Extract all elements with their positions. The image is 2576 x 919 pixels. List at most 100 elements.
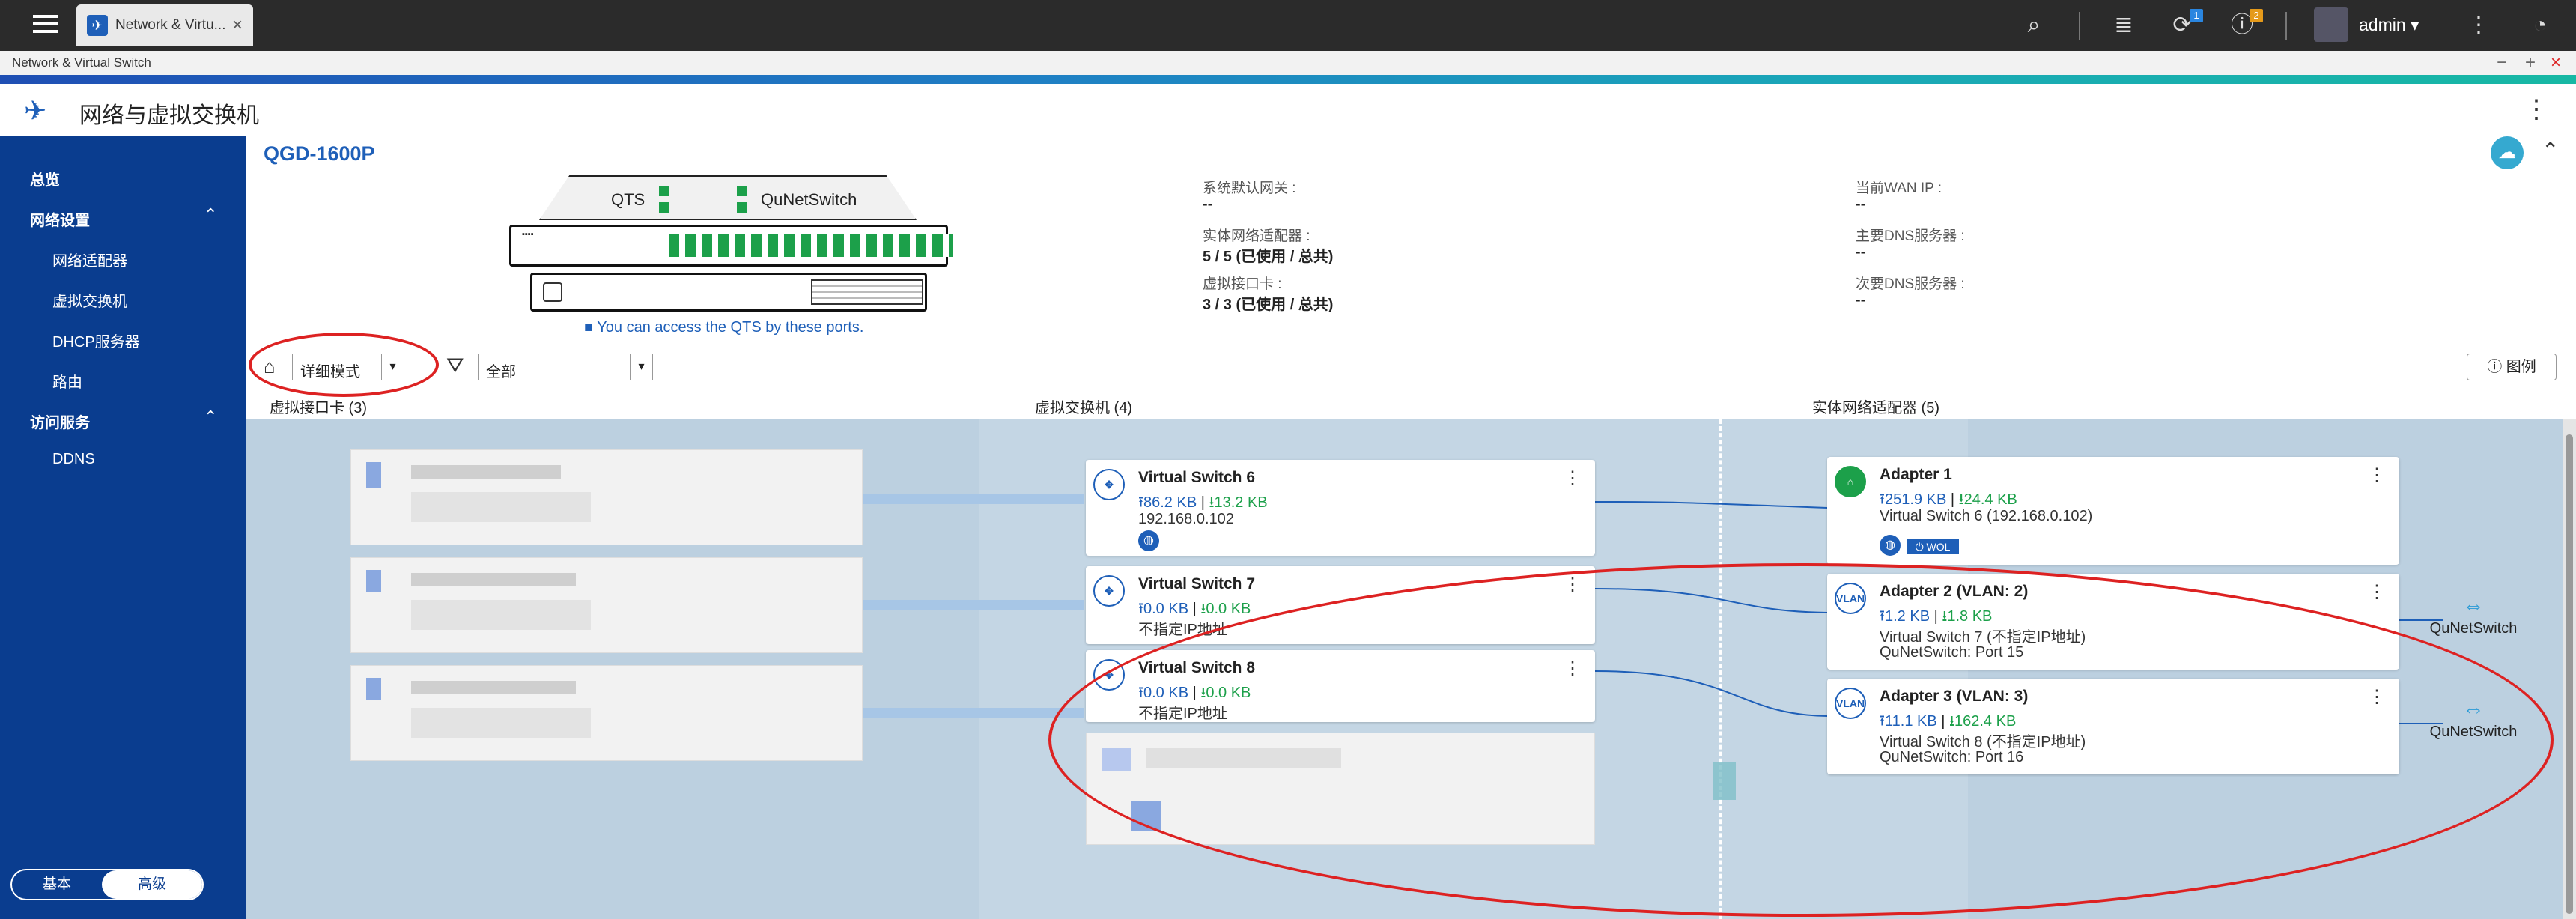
mode-basic-button[interactable]: 基本 <box>12 870 102 899</box>
wol-badge: ⏻ WOL <box>1907 539 1959 554</box>
more-icon[interactable]: ⋮ <box>2464 10 2494 40</box>
dns1-value: -- <box>1856 244 1866 261</box>
header-more-icon[interactable]: ⋮ <box>2524 94 2549 124</box>
adapters-label: 实体网络适配器 : <box>1203 228 1310 244</box>
sidebar-item-dhcp[interactable]: DHCP服务器 <box>52 330 140 351</box>
gauge-icon[interactable]: ◔ <box>2525 10 2555 40</box>
mode-advanced-button[interactable]: 高级 <box>102 870 202 899</box>
network-app-icon: ✈ <box>87 15 108 36</box>
vswitch-name: Virtual Switch 7 <box>1138 575 1255 592</box>
filter-value: 全部 <box>486 364 516 380</box>
sidebar-item-virtual-switch[interactable]: 虚拟交换机 <box>52 289 127 311</box>
scrollbar-thumb[interactable] <box>2566 434 2573 914</box>
vnic-card[interactable] <box>350 665 863 761</box>
tab-close-icon[interactable]: × <box>232 15 243 36</box>
filter-icon: ⛛ <box>446 354 464 377</box>
access-note: ■ You can access the QTS by these ports. <box>584 319 864 336</box>
adapter-card[interactable]: ⌂ Adapter 1 ⭱251.9 KB | ⭳24.4 KB Virtual… <box>1827 457 2399 565</box>
device-front-panel: ▪▪▪▪ <box>509 225 953 267</box>
sync-badge: 1 <box>2190 9 2203 22</box>
gateway-value: -- <box>1203 196 1213 213</box>
close-icon[interactable]: × <box>2551 52 2561 73</box>
switch-icon: ⇔ <box>2462 593 2485 618</box>
user-menu[interactable]: admin ▾ <box>2359 15 2419 35</box>
vent-grille <box>811 279 923 305</box>
info-badge: 2 <box>2250 9 2263 22</box>
port-indicator <box>659 186 669 196</box>
menu-icon[interactable] <box>27 10 66 40</box>
column-header-adapter: 实体网络适配器 (5) <box>1812 400 1939 416</box>
info-icon[interactable]: ⓘ 2 <box>2227 9 2263 40</box>
port-indicator <box>659 202 669 213</box>
adapter-binding: Virtual Switch 6 (192.168.0.102) <box>1880 508 2093 524</box>
device-top-panel <box>539 175 917 220</box>
window-title-bar: Network & Virtual Switch − + × <box>0 51 2576 75</box>
sidebar-item-ddns[interactable]: DDNS <box>52 451 95 468</box>
sidebar-item-overview[interactable]: 总览 <box>30 168 60 189</box>
ethernet-ports <box>669 234 953 257</box>
chevron-up-icon[interactable]: ⌃ <box>2542 138 2559 163</box>
more-icon[interactable]: ⋮ <box>2368 581 2386 603</box>
port-indicator <box>737 202 747 213</box>
gateway-label: 系统默认网关 : <box>1203 181 1296 196</box>
vnic-card[interactable] <box>350 557 863 653</box>
sync-icon[interactable]: ⟳ 1 <box>2167 9 2203 40</box>
vswitch-ip: 192.168.0.102 <box>1138 511 1234 527</box>
qns-label: QuNetSwitch <box>761 190 857 209</box>
minimize-icon[interactable]: − <box>2497 52 2507 73</box>
wan-ip-value: -- <box>1856 196 1866 213</box>
dns2-value: -- <box>1856 292 1866 309</box>
chevron-up-icon[interactable]: ⌃ <box>204 407 217 427</box>
sidebar: 总览 网络设置 ⌃ 网络适配器 虚拟交换机 DHCP服务器 路由 访问服务 ⌃ … <box>0 136 246 919</box>
more-icon[interactable]: ⋮ <box>2368 464 2386 486</box>
annotation-circle <box>1048 563 2554 917</box>
adapter-name: Adapter 1 <box>1880 466 1952 483</box>
qnap-logo: ▪▪▪▪ <box>522 230 534 239</box>
maximize-icon[interactable]: + <box>2525 52 2536 73</box>
sidebar-item-routing[interactable]: 路由 <box>52 370 82 392</box>
sidebar-item-network-settings[interactable]: 网络设置 <box>30 208 90 230</box>
home-network-icon: ⌂ <box>1835 466 1866 497</box>
switch-icon: ✥ <box>1093 575 1125 607</box>
sidebar-item-access-services[interactable]: 访问服务 <box>30 410 90 432</box>
legend-button[interactable]: ⓘ 图例 <box>2467 354 2557 380</box>
search-icon[interactable]: ⌕ <box>2019 10 2049 40</box>
switch-icon: ✥ <box>1093 469 1125 500</box>
tab-label: Network & Virtu... <box>115 17 226 33</box>
avatar[interactable] <box>2314 7 2348 42</box>
port-indicator <box>737 186 747 196</box>
cloud-icon[interactable]: ☁ <box>2491 136 2524 169</box>
accent-bar <box>0 75 2576 84</box>
dns2-label: 次要DNS服务器 : <box>1856 276 1965 292</box>
main-content: QGD-1600P ☁ ⌃ QTS QuNetSwitch ▪▪▪▪ ■ You… <box>246 136 2576 919</box>
vnic-label: 虚拟接口卡 : <box>1203 276 1282 292</box>
filter-select[interactable]: 全部 ▾ <box>478 354 653 380</box>
chevron-down-icon[interactable]: ▾ <box>630 354 652 380</box>
power-icon <box>543 282 562 302</box>
divider <box>2285 12 2287 40</box>
app-header: ✈ 网络与虚拟交换机 ⋮ <box>0 84 2576 136</box>
chevron-up-icon[interactable]: ⌃ <box>204 205 217 225</box>
satellite-icon: ✈ <box>24 95 47 126</box>
mode-toggle[interactable]: 基本 高级 <box>10 869 204 900</box>
vnic-value: 3 / 3 (已使用 / 总共) <box>1203 297 1334 313</box>
stack-icon[interactable]: ≣ <box>2109 10 2139 40</box>
top-bar: ✈ Network & Virtu... × ⌕ ≣ ⟳ 1 ⓘ 2 admin ▾… <box>0 0 2576 51</box>
globe-icon: ◍ <box>1880 535 1901 556</box>
app-title: 网络与虚拟交换机 <box>79 103 259 128</box>
device-back-panel <box>530 273 927 312</box>
column-header-vnic: 虚拟接口卡 (3) <box>270 400 367 416</box>
column-header-vswitch: 虚拟交换机 (4) <box>1035 400 1132 416</box>
qunetswitch-node[interactable]: ⇔ QuNetSwitch <box>2425 595 2522 637</box>
window-title: Network & Virtual Switch <box>12 55 151 70</box>
divider <box>2079 12 2080 40</box>
annotation-circle <box>249 333 439 397</box>
sidebar-item-network-adapter[interactable]: 网络适配器 <box>52 249 127 270</box>
more-icon[interactable]: ⋮ <box>1564 467 1582 489</box>
device-name: QGD-1600P <box>264 142 375 165</box>
app-tab[interactable]: ✈ Network & Virtu... × <box>76 4 253 46</box>
vswitch-name: Virtual Switch 6 <box>1138 469 1255 486</box>
vswitch-card[interactable]: ✥ Virtual Switch 6 ⭱86.2 KB | ⭳13.2 KB 1… <box>1086 460 1595 556</box>
vnic-card[interactable] <box>350 449 863 545</box>
qunetswitch-label: QuNetSwitch <box>2429 620 2518 637</box>
